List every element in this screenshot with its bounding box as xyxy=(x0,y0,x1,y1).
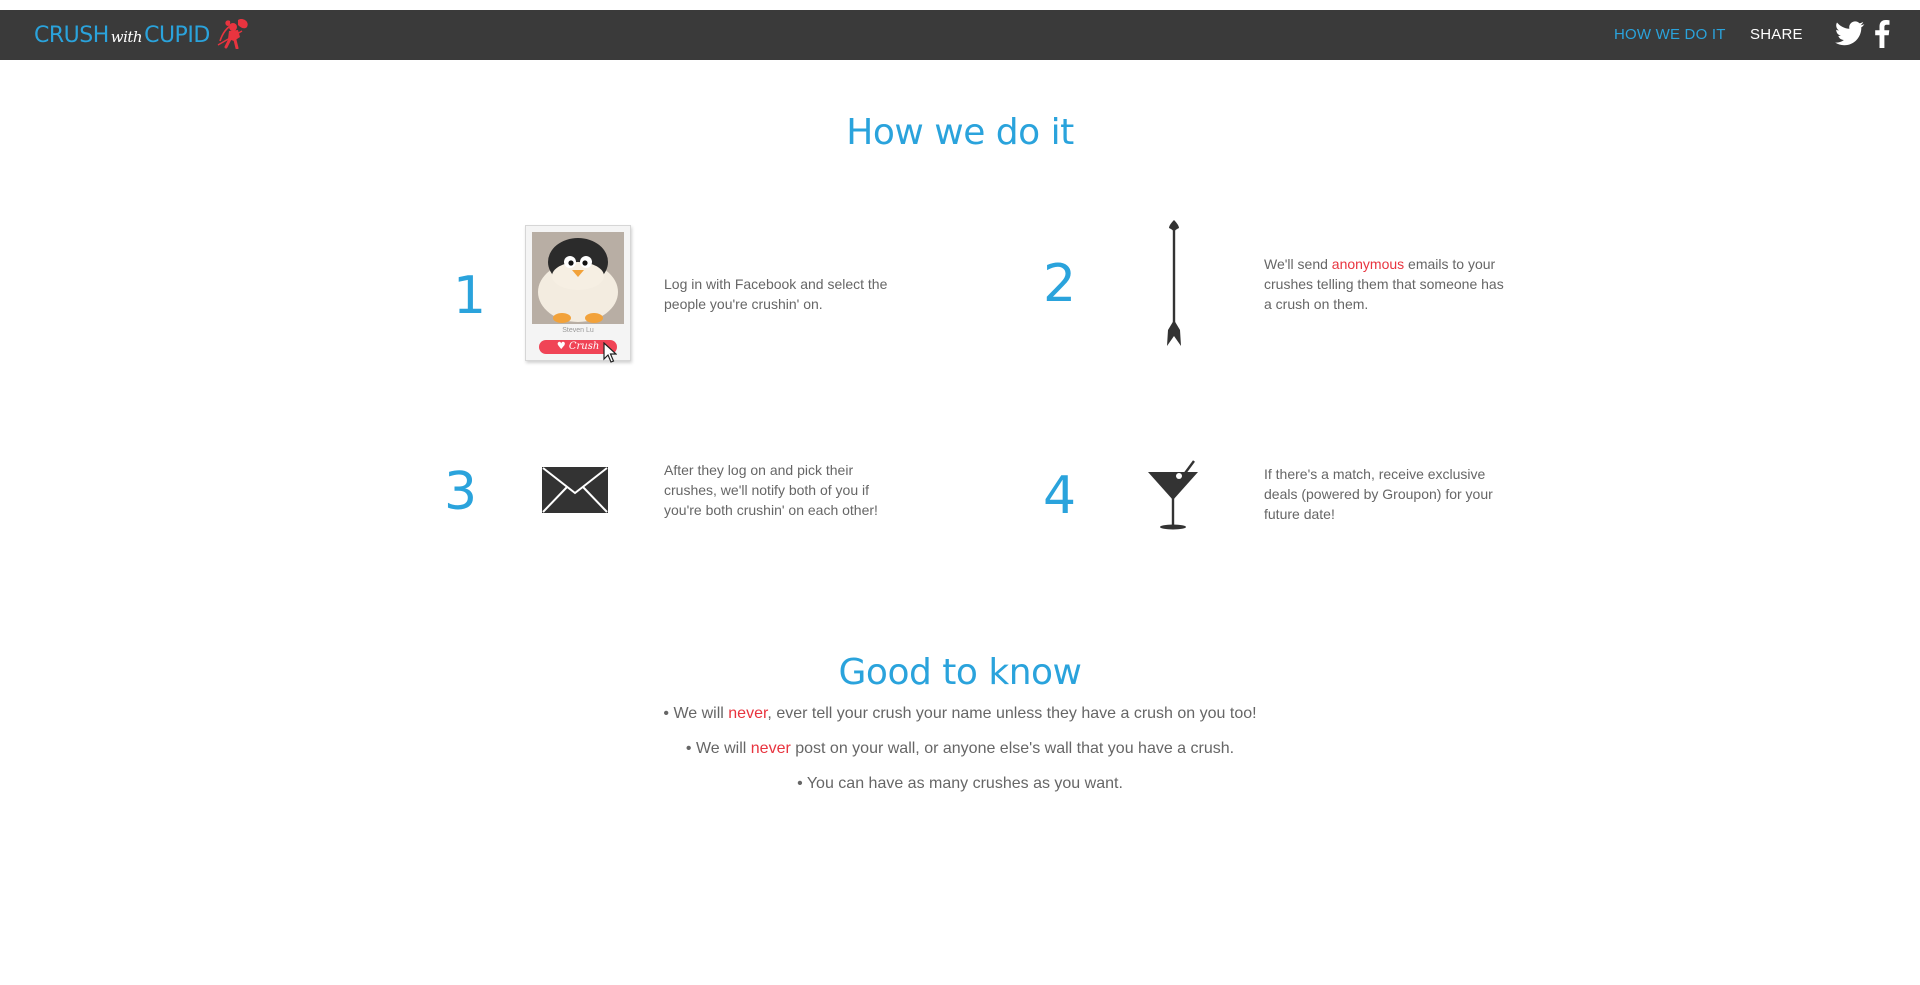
never-highlight: never xyxy=(728,705,768,722)
profile-card: Steven Lu ♥ Crush xyxy=(525,225,631,361)
bullet-1-post: , ever tell your crush your name unless … xyxy=(767,705,1257,722)
step-1-number: 1 xyxy=(453,266,487,326)
bullet-never-post: • We will never post on your wall, or an… xyxy=(0,740,1920,758)
step-2-number: 2 xyxy=(1043,254,1077,314)
plush-penguin-image xyxy=(532,232,624,324)
arrow-icon xyxy=(1167,220,1181,346)
step-1-text: Log in with Facebook and select the peop… xyxy=(664,276,888,312)
anonymous-highlight: anonymous xyxy=(1331,256,1405,272)
top-strip xyxy=(0,0,1920,10)
envelope-icon xyxy=(542,467,608,513)
how-we-do-it-title: How we do it xyxy=(846,112,1074,153)
crush-button-label: Crush xyxy=(568,341,600,352)
bullet-many-crushes: • You can have as many crushes as you wa… xyxy=(797,775,1123,792)
cupid-icon xyxy=(217,18,248,49)
logo-crush-text: CRUSH xyxy=(34,22,109,48)
bullet-1-pre: • We will xyxy=(663,705,729,722)
nav-share[interactable]: SHARE xyxy=(1750,26,1803,43)
mouse-cursor-icon xyxy=(603,342,617,363)
navbar: CRUSH with CUPID HOW WE DO IT SHARE xyxy=(0,10,1920,60)
logo-cupid-text: CUPID xyxy=(144,22,210,48)
good-to-know-title: Good to know xyxy=(838,652,1082,693)
logo-with-text: with xyxy=(110,28,143,46)
step-4-number: 4 xyxy=(1043,466,1077,526)
step-4-text: If there's a match, receive exclusive de… xyxy=(1264,466,1493,522)
never-highlight: never xyxy=(750,740,791,757)
twitter-icon[interactable] xyxy=(1835,21,1865,47)
bullet-never-tell: • We will never, ever tell your crush yo… xyxy=(0,705,1920,723)
bullet-2-post: post on your wall, or anyone else's wall… xyxy=(790,740,1235,757)
nav-how-we-do-it[interactable]: HOW WE DO IT xyxy=(1614,26,1726,43)
profile-photo xyxy=(532,232,624,324)
martini-glass-icon xyxy=(1148,460,1198,530)
facebook-icon[interactable] xyxy=(1874,20,1890,48)
step-3-text: After they log on and pick their crushes… xyxy=(664,462,878,518)
bullet-2-pre: • We will xyxy=(685,740,751,757)
logo[interactable]: CRUSH with CUPID xyxy=(34,18,252,49)
step-2-text-pre: We'll send xyxy=(1264,256,1332,272)
step-3-number: 3 xyxy=(444,462,478,522)
step-2-text: We'll send anonymous emails to your crus… xyxy=(1264,254,1504,314)
card-name: Steven Lu xyxy=(562,327,594,334)
